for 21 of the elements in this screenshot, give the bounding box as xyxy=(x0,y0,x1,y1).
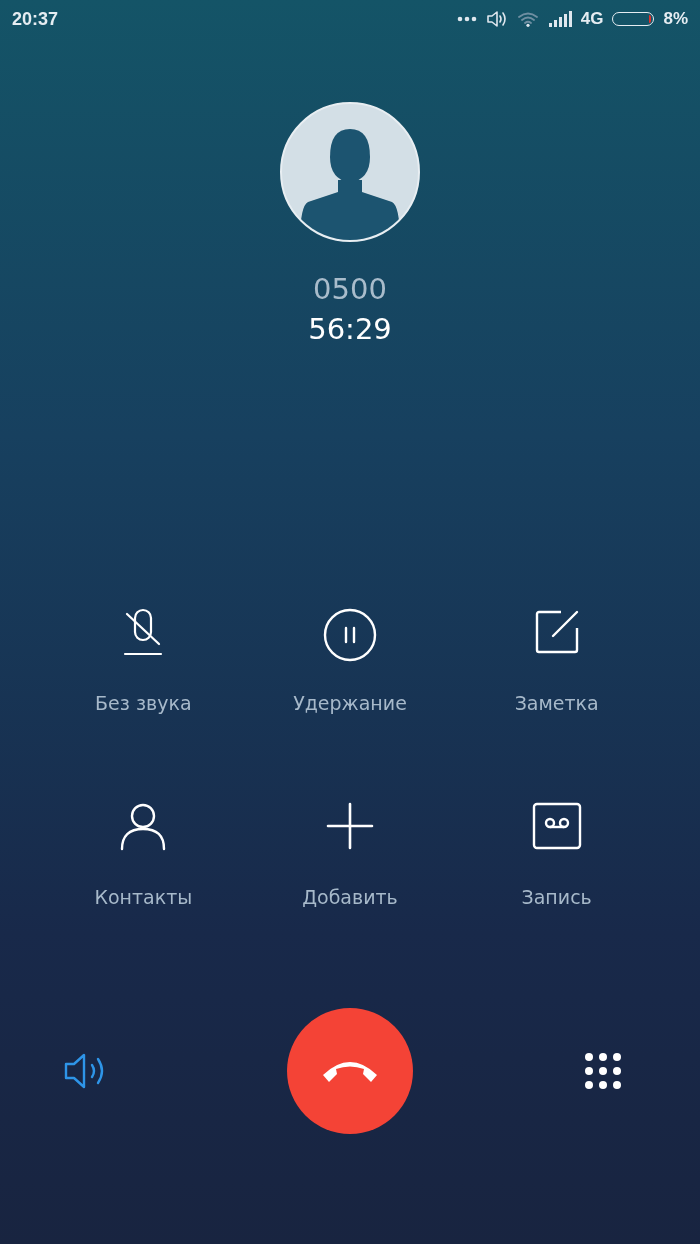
record-button[interactable]: Запись xyxy=(453,802,660,908)
pause-icon xyxy=(323,608,377,662)
tape-icon xyxy=(531,802,582,850)
volume-icon xyxy=(485,10,508,28)
more-icon xyxy=(456,16,477,22)
battery-percent: 8% xyxy=(663,9,688,29)
call-duration: 56:29 xyxy=(308,312,392,346)
contacts-button[interactable]: Контакты xyxy=(40,802,247,908)
dialpad-icon[interactable] xyxy=(584,1052,623,1090)
network-label: 4G xyxy=(580,9,604,29)
note-button[interactable]: Заметка xyxy=(453,608,660,714)
mute-button[interactable]: Без звука xyxy=(40,608,247,714)
plus-icon xyxy=(326,802,374,850)
signal-icon xyxy=(547,11,572,27)
caller-number: 0500 xyxy=(313,272,387,306)
wifi-icon xyxy=(516,11,539,27)
hold-button[interactable]: Удержание xyxy=(246,608,454,714)
avatar-icon xyxy=(280,102,420,242)
status-time: 20:37 xyxy=(12,8,59,30)
add-button[interactable]: Добавить xyxy=(246,802,454,908)
person-icon xyxy=(119,802,168,852)
